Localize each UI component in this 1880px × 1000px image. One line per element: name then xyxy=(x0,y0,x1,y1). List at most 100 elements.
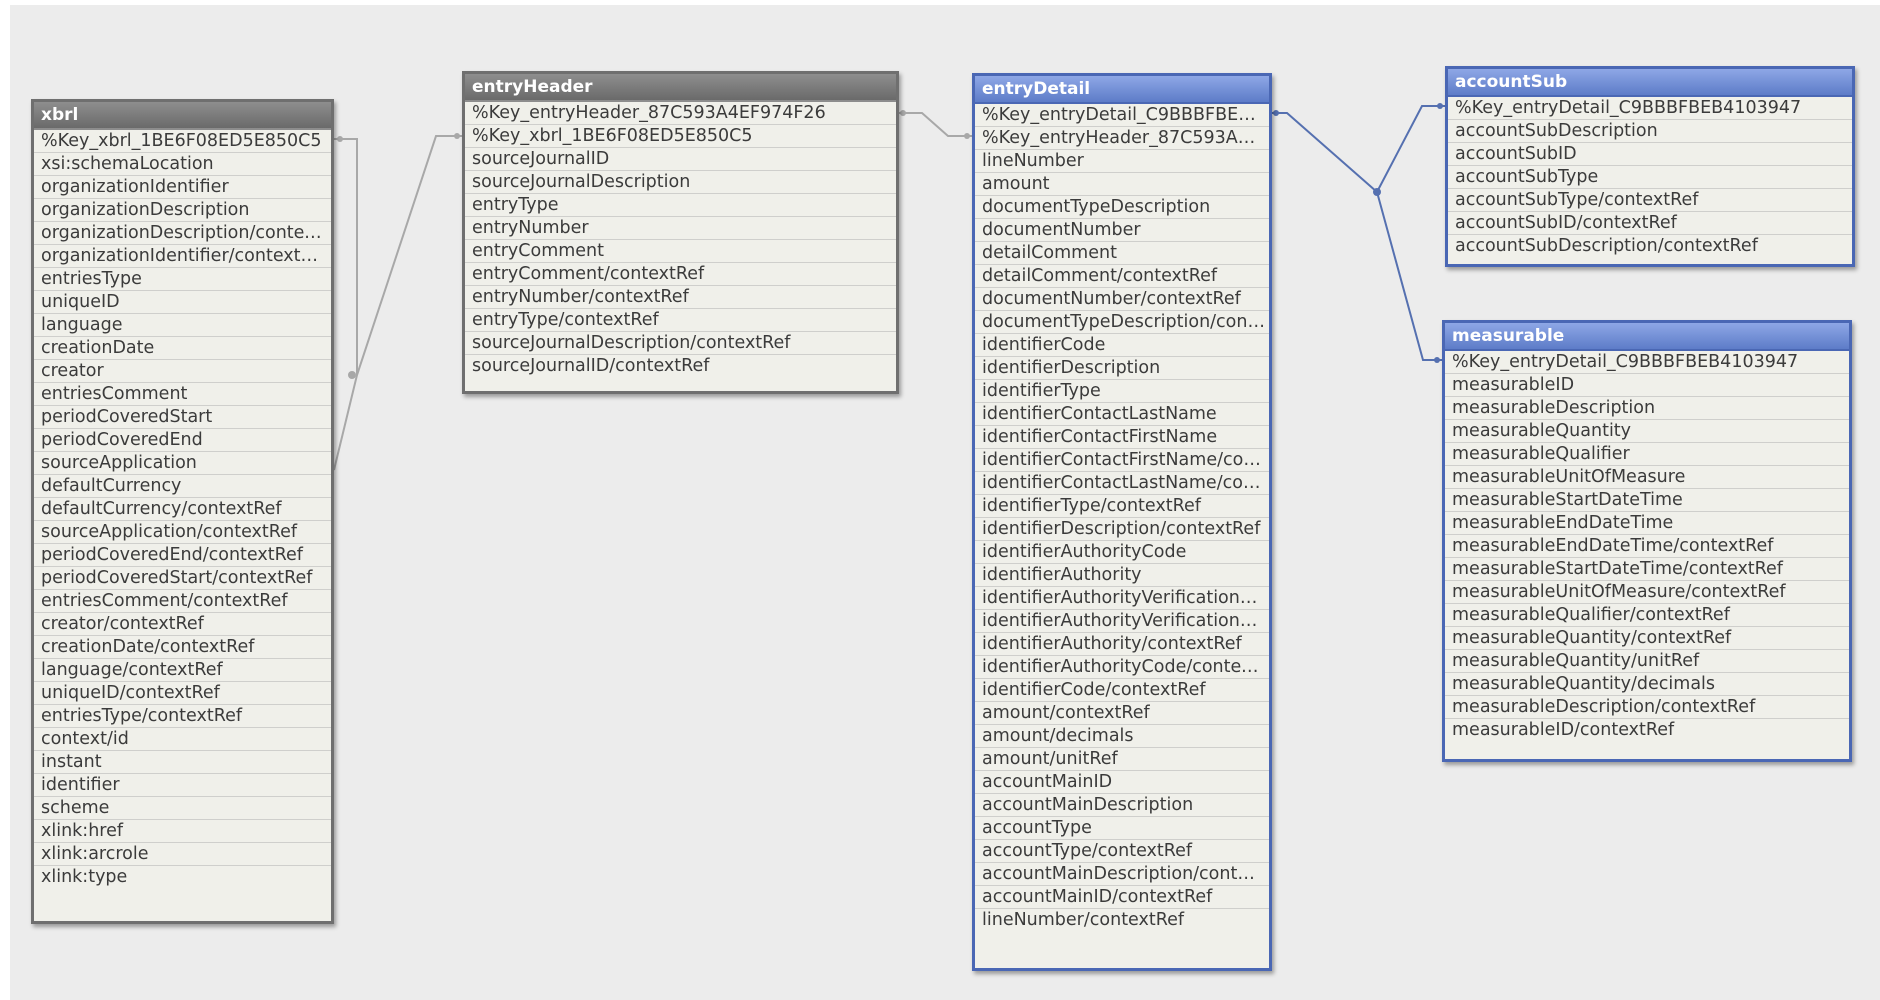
field-row[interactable]: entryComment xyxy=(465,240,896,263)
table-xbrl[interactable]: xbrl %Key_xbrl_1BE6F08ED5E850C5 xsi:schem… xyxy=(31,99,334,924)
field-row[interactable]: xsi:schemaLocation xyxy=(34,153,331,176)
field-row[interactable]: documentNumber xyxy=(975,219,1269,242)
field-row[interactable]: uniqueID/contextRef xyxy=(34,682,331,705)
field-row[interactable]: measurableDescription xyxy=(1445,397,1849,420)
field-row[interactable]: identifierCode xyxy=(975,334,1269,357)
field-row[interactable]: measurableQualifier xyxy=(1445,443,1849,466)
field-row[interactable]: identifierType/contextRef xyxy=(975,495,1269,518)
field-row[interactable]: defaultCurrency/contextRef xyxy=(34,498,331,521)
field-row[interactable]: identifierAuthorityVerificationDate xyxy=(975,587,1269,610)
field-row[interactable]: lineNumber xyxy=(975,150,1269,173)
field-row[interactable]: identifier xyxy=(34,774,331,797)
field-row[interactable]: sourceApplication xyxy=(34,452,331,475)
field-row[interactable]: creator xyxy=(34,360,331,383)
field-row[interactable]: amount xyxy=(975,173,1269,196)
field-row[interactable]: measurableID/contextRef xyxy=(1445,719,1849,742)
field-row[interactable]: measurableDescription/contextRef xyxy=(1445,696,1849,719)
field-row[interactable]: %Key_entryHeader_87C593A4EF974F26 xyxy=(465,102,896,125)
field-row[interactable]: language/contextRef xyxy=(34,659,331,682)
field-row[interactable]: accountMainDescription/contextRef xyxy=(975,863,1269,886)
field-row[interactable]: xlink:type xyxy=(34,866,331,889)
field-row[interactable]: accountMainID/contextRef xyxy=(975,886,1269,909)
field-row[interactable]: instant xyxy=(34,751,331,774)
table-title[interactable]: xbrl xyxy=(34,102,331,130)
field-row[interactable]: detailComment/contextRef xyxy=(975,265,1269,288)
field-row[interactable]: periodCoveredStart/contextRef xyxy=(34,567,331,590)
field-row[interactable]: organizationIdentifier/contextRef xyxy=(34,245,331,268)
field-row[interactable]: creationDate xyxy=(34,337,331,360)
field-row[interactable]: lineNumber/contextRef xyxy=(975,909,1269,932)
table-accountsub[interactable]: accountSub %Key_entryDetail_C9BBBFBEB410… xyxy=(1445,66,1855,267)
field-row[interactable]: accountSubID/contextRef xyxy=(1448,212,1852,235)
field-row[interactable]: accountType xyxy=(975,817,1269,840)
field-row[interactable]: measurableEndDateTime xyxy=(1445,512,1849,535)
field-row[interactable]: organizationDescription/contextRef xyxy=(34,222,331,245)
field-row[interactable]: entryNumber/contextRef xyxy=(465,286,896,309)
field-row[interactable]: entriesComment/contextRef xyxy=(34,590,331,613)
field-row[interactable]: entriesType/contextRef xyxy=(34,705,331,728)
field-row[interactable]: accountSubID xyxy=(1448,143,1852,166)
table-title[interactable]: entryDetail xyxy=(975,76,1269,104)
field-row[interactable]: identifierCode/contextRef xyxy=(975,679,1269,702)
field-row[interactable]: measurableQualifier/contextRef xyxy=(1445,604,1849,627)
field-row[interactable]: %Key_entryHeader_87C593A4E... xyxy=(975,127,1269,150)
field-row[interactable]: accountType/contextRef xyxy=(975,840,1269,863)
field-row[interactable]: %Key_entryDetail_C9BBBFBEB4103947 xyxy=(1448,97,1852,120)
field-row[interactable]: context/id xyxy=(34,728,331,751)
field-row[interactable]: %Key_entryDetail_C9BBBFBEB4... xyxy=(975,104,1269,127)
field-row[interactable]: documentTypeDescription xyxy=(975,196,1269,219)
field-row[interactable]: measurableQuantity xyxy=(1445,420,1849,443)
table-title[interactable]: entryHeader xyxy=(465,74,896,102)
field-row[interactable]: identifierAuthorityVerificationDat... xyxy=(975,610,1269,633)
field-row[interactable]: identifierContactFirstName xyxy=(975,426,1269,449)
field-row[interactable]: measurableStartDateTime/contextRef xyxy=(1445,558,1849,581)
field-row[interactable]: %Key_xbrl_1BE6F08ED5E850C5 xyxy=(465,125,896,148)
field-row[interactable]: %Key_entryDetail_C9BBBFBEB4103947 xyxy=(1445,351,1849,374)
field-row[interactable]: periodCoveredStart xyxy=(34,406,331,429)
field-row[interactable]: sourceJournalID xyxy=(465,148,896,171)
field-row[interactable]: identifierAuthority xyxy=(975,564,1269,587)
field-row[interactable]: identifierDescription xyxy=(975,357,1269,380)
field-row[interactable]: accountSubDescription/contextRef xyxy=(1448,235,1852,258)
field-row[interactable]: scheme xyxy=(34,797,331,820)
field-row[interactable]: creator/contextRef xyxy=(34,613,331,636)
table-title[interactable]: accountSub xyxy=(1448,69,1852,97)
field-row[interactable]: uniqueID xyxy=(34,291,331,314)
field-row[interactable]: periodCoveredEnd xyxy=(34,429,331,452)
field-row[interactable]: identifierType xyxy=(975,380,1269,403)
field-row[interactable]: accountMainID xyxy=(975,771,1269,794)
field-row[interactable]: measurableQuantity/decimals xyxy=(1445,673,1849,696)
field-row[interactable]: identifierAuthorityCode/contextRef xyxy=(975,656,1269,679)
field-row[interactable]: documentNumber/contextRef xyxy=(975,288,1269,311)
field-row[interactable]: amount/decimals xyxy=(975,725,1269,748)
table-measurable[interactable]: measurable %Key_entryDetail_C9BBBFBEB410… xyxy=(1442,320,1852,762)
field-row[interactable]: entriesType xyxy=(34,268,331,291)
field-row[interactable]: identifierContactLastName xyxy=(975,403,1269,426)
field-row[interactable]: %Key_xbrl_1BE6F08ED5E850C5 xyxy=(34,130,331,153)
field-row[interactable]: entryComment/contextRef xyxy=(465,263,896,286)
field-row[interactable]: sourceApplication/contextRef xyxy=(34,521,331,544)
field-row[interactable]: sourceJournalID/contextRef xyxy=(465,355,896,378)
field-row[interactable]: amount/unitRef xyxy=(975,748,1269,771)
field-row[interactable]: measurableUnitOfMeasure/contextRef xyxy=(1445,581,1849,604)
field-row[interactable]: accountSubDescription xyxy=(1448,120,1852,143)
field-row[interactable]: measurableUnitOfMeasure xyxy=(1445,466,1849,489)
field-row[interactable]: entryNumber xyxy=(465,217,896,240)
table-title[interactable]: measurable xyxy=(1445,323,1849,351)
field-row[interactable]: sourceJournalDescription xyxy=(465,171,896,194)
field-row[interactable]: measurableID xyxy=(1445,374,1849,397)
field-row[interactable]: accountSubType/contextRef xyxy=(1448,189,1852,212)
field-row[interactable]: measurableStartDateTime xyxy=(1445,489,1849,512)
field-row[interactable]: identifierAuthorityCode xyxy=(975,541,1269,564)
field-row[interactable]: measurableQuantity/contextRef xyxy=(1445,627,1849,650)
field-row[interactable]: entryType xyxy=(465,194,896,217)
field-row[interactable]: measurableEndDateTime/contextRef xyxy=(1445,535,1849,558)
field-row[interactable]: language xyxy=(34,314,331,337)
field-row[interactable]: organizationIdentifier xyxy=(34,176,331,199)
field-row[interactable]: identifierDescription/contextRef xyxy=(975,518,1269,541)
field-row[interactable]: defaultCurrency xyxy=(34,475,331,498)
field-row[interactable]: identifierAuthority/contextRef xyxy=(975,633,1269,656)
field-row[interactable]: identifierContactFirstName/cont... xyxy=(975,449,1269,472)
table-entrydetail[interactable]: entryDetail %Key_entryDetail_C9BBBFBEB4.… xyxy=(972,73,1272,971)
field-row[interactable]: organizationDescription xyxy=(34,199,331,222)
